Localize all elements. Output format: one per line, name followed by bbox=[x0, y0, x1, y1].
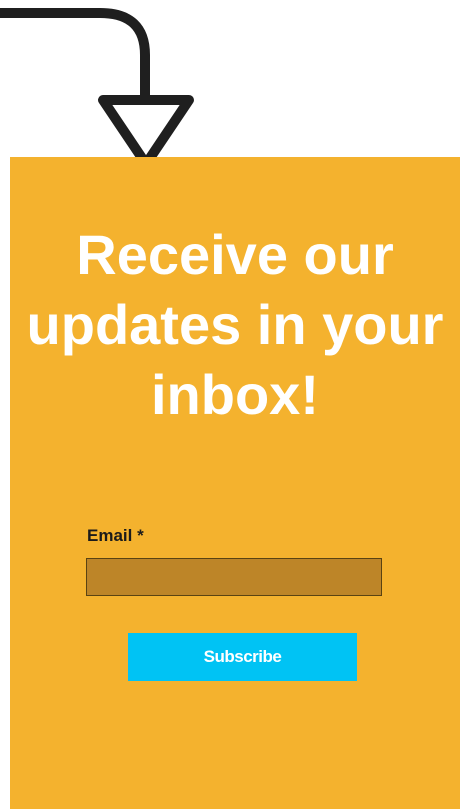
subscribe-button[interactable]: Subscribe bbox=[128, 633, 357, 681]
curved-down-arrow-icon bbox=[0, 8, 194, 169]
signup-headline: Receive our updates in your inbox! bbox=[26, 223, 444, 426]
email-input[interactable] bbox=[86, 558, 382, 596]
email-label: Email * bbox=[87, 526, 144, 545]
